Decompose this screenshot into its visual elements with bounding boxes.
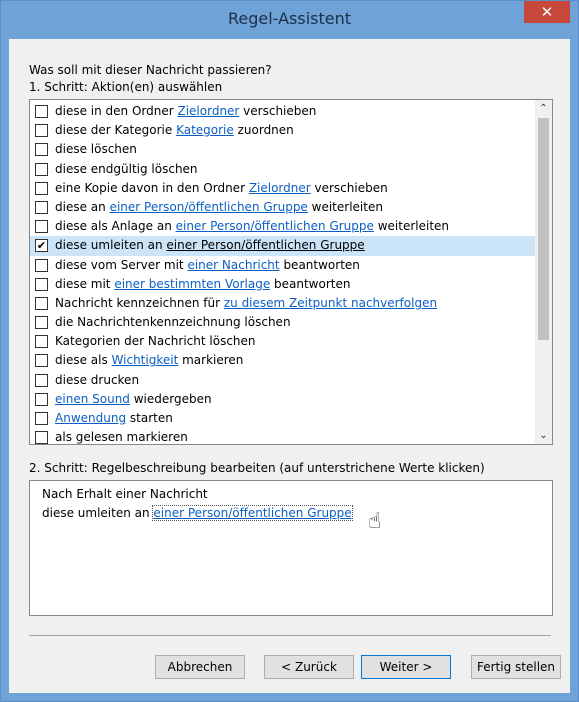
actions-list[interactable]: diese in den Ordner Zielordner verschieb… bbox=[29, 99, 553, 445]
action-text-suffix: verschieben bbox=[310, 180, 388, 195]
action-checkbox[interactable] bbox=[35, 431, 48, 445]
action-text: diese an bbox=[55, 199, 110, 214]
action-item[interactable]: diese löschen bbox=[30, 140, 536, 159]
action-text-suffix: starten bbox=[126, 411, 173, 425]
action-item[interactable]: Anwendung starten bbox=[30, 409, 536, 428]
action-checkbox[interactable] bbox=[35, 220, 48, 234]
action-text: die Nachrichtenkennzeichnung löschen bbox=[55, 315, 291, 330]
scroll-thumb[interactable] bbox=[538, 118, 549, 340]
action-text-suffix: verschieben bbox=[239, 104, 317, 118]
action-text: als gelesen markieren bbox=[55, 430, 188, 445]
action-text: diese endgültig löschen bbox=[55, 161, 198, 176]
action-link[interactable]: Wichtigkeit bbox=[112, 353, 179, 367]
cancel-button[interactable]: Abbrechen bbox=[155, 655, 245, 679]
separator bbox=[29, 635, 551, 636]
action-checkbox[interactable] bbox=[35, 373, 48, 387]
action-item[interactable]: diese der Kategorie Kategorie zuordnen bbox=[30, 121, 536, 140]
action-checkbox[interactable]: ✔ bbox=[35, 239, 48, 253]
action-text-suffix: zuordnen bbox=[233, 123, 294, 138]
action-text: diese als Anlage an bbox=[55, 219, 176, 234]
action-text-suffix: wiedergeben bbox=[129, 391, 212, 406]
action-text: diese umleiten an bbox=[55, 238, 167, 253]
action-checkbox[interactable] bbox=[35, 316, 48, 330]
dialog-body: Was soll mit dieser Nachricht passieren?… bbox=[9, 39, 570, 693]
action-text: diese drucken bbox=[55, 372, 140, 387]
action-item[interactable]: ✔ diese umleiten an einer Person/öffentli… bbox=[30, 236, 536, 256]
action-link[interactable]: einer Nachricht bbox=[187, 258, 279, 272]
action-checkbox[interactable] bbox=[35, 354, 48, 368]
finish-button[interactable]: Fertig stellen bbox=[471, 655, 561, 679]
action-checkbox[interactable] bbox=[35, 392, 48, 406]
action-text: diese als bbox=[55, 353, 112, 368]
action-item[interactable]: eine Kopie davon in den Ordner Zielordne… bbox=[30, 179, 536, 198]
action-text-suffix: beantworten bbox=[270, 276, 351, 291]
action-checkbox[interactable] bbox=[35, 258, 48, 272]
step1-label: 1. Schritt: Aktion(en) auswählen bbox=[29, 80, 223, 94]
action-text-suffix: markieren bbox=[178, 353, 244, 368]
action-item[interactable]: die Nachrichtenkennzeichnung löschen bbox=[30, 313, 536, 332]
action-link[interactable]: einen Sound bbox=[55, 392, 130, 406]
action-text-suffix: weiterleiten bbox=[373, 219, 450, 234]
step2-label: 2. Schritt: Regelbeschreibung bearbeiten… bbox=[29, 461, 485, 475]
action-checkbox[interactable] bbox=[35, 277, 48, 291]
action-link[interactable]: Anwendung bbox=[55, 411, 126, 425]
action-item[interactable]: diese in den Ordner Zielordner verschieb… bbox=[30, 102, 536, 121]
window-title: Regel-Assistent bbox=[227, 9, 352, 28]
action-item[interactable]: Kategorien der Nachricht löschen bbox=[30, 332, 536, 351]
action-link[interactable]: Zielordner bbox=[249, 181, 311, 195]
scroll-down-icon[interactable]: ⌄ bbox=[535, 427, 552, 444]
close-button[interactable]: ✕ bbox=[524, 1, 570, 23]
hand-cursor-icon: ☝ bbox=[368, 509, 382, 534]
action-checkbox[interactable] bbox=[35, 200, 48, 214]
action-link[interactable]: einer Person/öffentlichen Gruppe bbox=[166, 238, 364, 252]
action-item[interactable]: einen Sound wiedergeben bbox=[30, 390, 536, 409]
description-line1: Nach Erhalt einer Nachricht bbox=[42, 487, 208, 501]
action-text: Nachricht kennzeichnen für bbox=[55, 295, 224, 310]
action-item[interactable]: diese drucken bbox=[30, 371, 536, 390]
action-text-suffix: beantworten bbox=[279, 257, 360, 272]
next-button[interactable]: Weiter > bbox=[361, 655, 451, 679]
action-link[interactable]: zu diesem Zeitpunkt nachverfolgen bbox=[224, 296, 437, 310]
action-item[interactable]: diese als Wichtigkeit markieren bbox=[30, 351, 536, 370]
action-text-suffix: weiterleiten bbox=[307, 199, 383, 214]
action-checkbox[interactable] bbox=[35, 124, 48, 138]
rules-wizard-window: Regel-Assistent ✕ Was soll mit dieser Na… bbox=[0, 0, 579, 702]
description-line2: diese umleiten an einer Person/öffentlic… bbox=[42, 505, 353, 521]
action-link[interactable]: einer Person/öffentlichen Gruppe bbox=[110, 200, 308, 214]
action-checkbox[interactable] bbox=[35, 412, 48, 425]
action-text: diese vom Server mit bbox=[55, 257, 188, 272]
action-checkbox[interactable] bbox=[35, 105, 48, 118]
description-line2-text: diese umleiten an bbox=[42, 506, 154, 520]
action-item[interactable]: diese endgültig löschen bbox=[30, 160, 536, 179]
action-checkbox[interactable] bbox=[35, 162, 48, 176]
action-item[interactable]: diese als Anlage an einer Person/öffentl… bbox=[30, 217, 536, 236]
action-item[interactable]: diese vom Server mit einer Nachricht bea… bbox=[30, 256, 536, 275]
action-text: diese mit bbox=[55, 276, 115, 291]
action-checkbox[interactable] bbox=[35, 143, 48, 157]
actions-items: diese in den Ordner Zielordner verschieb… bbox=[30, 102, 536, 447]
rule-description-box: Nach Erhalt einer Nachricht diese umleit… bbox=[29, 480, 553, 616]
description-recipient-link[interactable]: einer Person/öffentlichen Gruppe bbox=[152, 505, 353, 521]
action-link[interactable]: einer bestimmten Vorlage bbox=[114, 277, 270, 291]
action-text: diese in den Ordner bbox=[55, 104, 178, 118]
action-text: diese der Kategorie bbox=[55, 123, 177, 138]
action-link[interactable]: Kategorie bbox=[176, 123, 234, 137]
actions-scrollbar[interactable]: ⌃ ⌄ bbox=[535, 100, 552, 444]
action-checkbox[interactable] bbox=[35, 335, 48, 349]
action-link[interactable]: einer Person/öffentlichen Gruppe bbox=[176, 219, 374, 233]
action-item[interactable]: diese an einer Person/öffentlichen Grupp… bbox=[30, 198, 536, 217]
action-item[interactable]: Nachricht kennzeichnen für zu diesem Zei… bbox=[30, 294, 536, 313]
action-checkbox[interactable] bbox=[35, 296, 48, 310]
action-checkbox[interactable] bbox=[35, 181, 48, 195]
scroll-up-icon[interactable]: ⌃ bbox=[535, 100, 552, 117]
question-label: Was soll mit dieser Nachricht passieren? bbox=[29, 63, 272, 77]
action-item[interactable]: diese mit einer bestimmten Vorlage beant… bbox=[30, 275, 536, 294]
action-text: diese löschen bbox=[55, 142, 137, 157]
action-item[interactable]: als gelesen markieren bbox=[30, 428, 536, 447]
action-text: Kategorien der Nachricht löschen bbox=[55, 334, 256, 349]
title-bar[interactable]: Regel-Assistent ✕ bbox=[1, 1, 578, 39]
action-link[interactable]: Zielordner bbox=[177, 104, 239, 118]
back-button[interactable]: < Zurück bbox=[264, 655, 354, 679]
action-text: eine Kopie davon in den Ordner bbox=[55, 180, 249, 195]
